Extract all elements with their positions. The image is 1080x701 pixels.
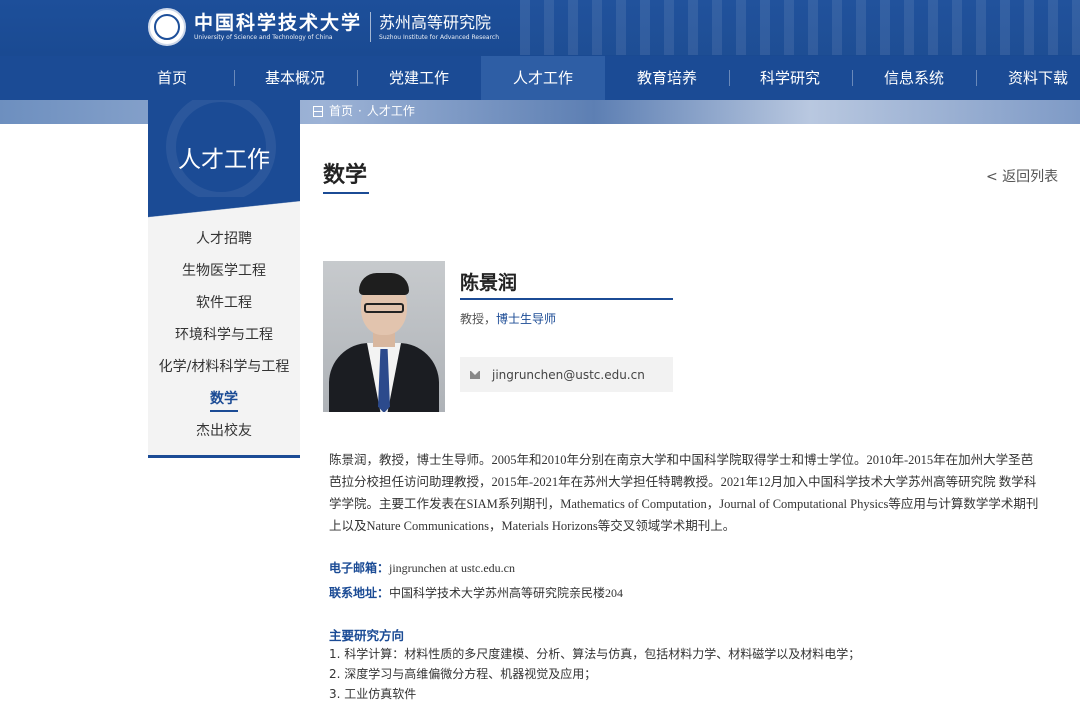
profile-email[interactable]: jingrunchen@ustc.edu.cn (492, 368, 645, 382)
research-item: 1. 科学计算：材料性质的多尺度建模、分析、算法与仿真，包括材料力学、材料磁学以… (329, 647, 861, 661)
nav-separator (234, 70, 235, 86)
nav-separator (729, 70, 730, 86)
sidebar-slant (148, 197, 300, 219)
sidebar-title: 人才工作 (178, 147, 270, 173)
sidebar-item-label: 人才招聘 (196, 231, 252, 247)
research-item: 3. 工业仿真软件 (329, 687, 417, 701)
page-title: 数学 (323, 163, 368, 188)
sidebar-item-recruitment[interactable]: 人才招聘 (148, 223, 300, 255)
sidebar-item-alumni[interactable]: 杰出校友 (148, 415, 300, 447)
breadcrumb-home[interactable]: 首页 (329, 101, 353, 121)
sidebar-item-software[interactable]: 软件工程 (148, 287, 300, 319)
nav-separator (976, 70, 977, 86)
research-section-title: 主要研究方向 (329, 628, 405, 643)
school-name-en: University of Science and Technology of … (194, 34, 333, 41)
contact-email-value: jingrunchen at ustc.edu.cn (389, 561, 515, 575)
site-logo[interactable]: 中国科学技术大学 University of Science and Techn… (148, 8, 499, 46)
sidebar-item-label: 杰出校友 (196, 423, 252, 439)
role-prefix: 教授， (460, 312, 497, 326)
nav-item-education[interactable]: 教育培养 (632, 56, 702, 100)
research-item: 2. 深度学习与高维偏微分方程、机器视觉及应用； (329, 667, 597, 681)
sidebar-item-biomedical[interactable]: 生物医学工程 (148, 255, 300, 287)
nav-item-downloads[interactable]: 资料下载 (1003, 56, 1073, 100)
breadcrumb: 首页 · 人才工作 (312, 101, 415, 121)
role-highlight: 博士生导师 (496, 312, 557, 326)
header-building-photo (520, 0, 1080, 55)
sidebar-title-box: 人才工作 (148, 100, 300, 219)
breadcrumb-separator: · (358, 104, 362, 118)
sidebar: 人才工作 人才招聘 生物医学工程 软件工程 环境科学与工程 化学/材料科学与工程… (148, 100, 300, 458)
name-underline (460, 298, 673, 300)
profile-bio: 陈景润，教授，博士生导师。2005年和2010年分别在南京大学和中国科学院取得学… (329, 453, 1039, 533)
mail-icon (470, 370, 480, 379)
profile-name: 陈景润 (460, 272, 518, 294)
photo-glasses (364, 303, 404, 313)
sidebar-item-environment[interactable]: 环境科学与工程 (148, 319, 300, 351)
contact-email-label: 电子邮箱： (329, 561, 390, 575)
sidebar-item-chemistry[interactable]: 化学/材料科学与工程 (148, 351, 300, 383)
logo-divider (370, 12, 372, 42)
back-to-list-link[interactable]: < 返回列表 (986, 166, 1058, 186)
university-seal-icon (148, 8, 186, 46)
profile-role: 教授，博士生导师 (460, 310, 556, 327)
nav-item-talent[interactable]: 人才工作 (481, 56, 605, 100)
nav-item-home[interactable]: 首页 (150, 56, 194, 100)
sidebar-item-label: 环境科学与工程 (175, 327, 273, 343)
profile-email-box: jingrunchen@ustc.edu.cn (460, 357, 673, 392)
contact-address-row: 联系地址：中国科学技术大学苏州高等研究院亲民楼204 (329, 584, 623, 601)
nav-item-research[interactable]: 科学研究 (755, 56, 825, 100)
nav-separator (357, 70, 358, 86)
sidebar-item-math[interactable]: 数学 (148, 383, 300, 415)
photo-hair (359, 273, 409, 295)
institute-name-en: Suzhou Institute for Advanced Research (379, 34, 500, 41)
sidebar-item-label: 生物医学工程 (182, 263, 266, 279)
sidebar-menu: 人才招聘 生物医学工程 软件工程 环境科学与工程 化学/材料科学与工程 数学 杰… (148, 219, 300, 458)
sidebar-item-label: 数学 (210, 391, 238, 412)
contact-address-value: 中国科学技术大学苏州高等研究院亲民楼204 (389, 586, 624, 600)
sidebar-item-label: 软件工程 (196, 295, 252, 311)
school-name-cn: 中国科学技术大学 (194, 12, 363, 34)
nav-item-info-systems[interactable]: 信息系统 (879, 56, 949, 100)
institute-name-cn: 苏州高等研究院 (379, 13, 492, 32)
home-icon (312, 106, 323, 117)
nav-item-party[interactable]: 党建工作 (384, 56, 454, 100)
contact-address-label: 联系地址： (329, 586, 390, 600)
nav-separator (852, 70, 853, 86)
sidebar-item-label: 化学/材料科学与工程 (158, 359, 290, 375)
contact-email-row: 电子邮箱：jingrunchen at ustc.edu.cn (329, 559, 515, 576)
profile-photo (323, 261, 445, 412)
breadcrumb-current[interactable]: 人才工作 (367, 101, 415, 121)
nav-item-overview[interactable]: 基本概况 (260, 56, 330, 100)
title-underline (323, 192, 369, 194)
main-nav: 首页 基本概况 党建工作 人才工作 教育培养 科学研究 信息系统 资料下载 (0, 56, 1080, 100)
